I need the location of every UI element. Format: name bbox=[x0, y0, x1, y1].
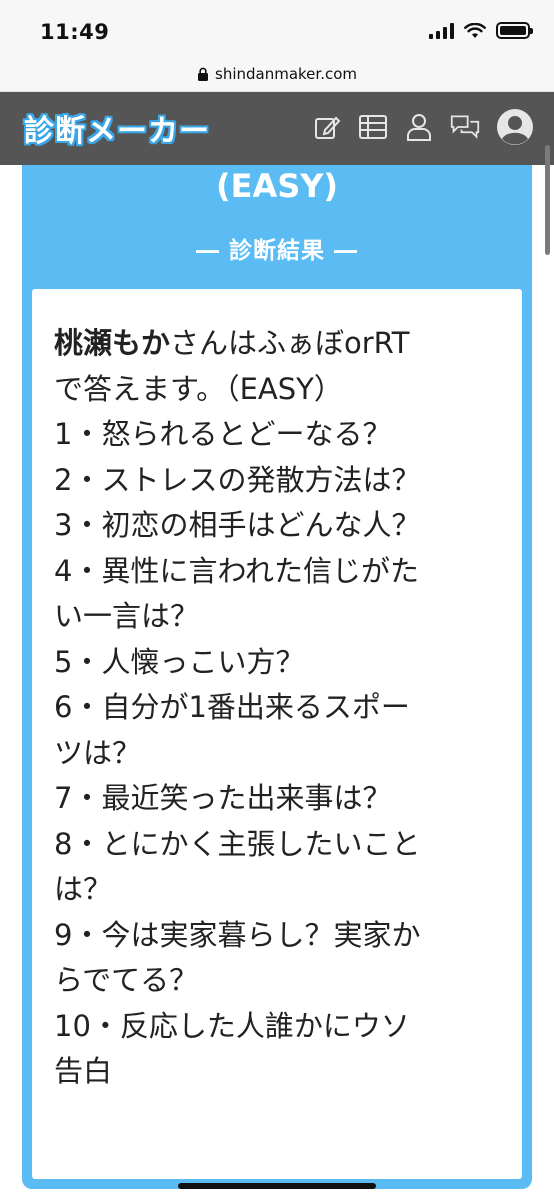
chat-icon[interactable] bbox=[450, 112, 480, 142]
result-line: 9・今は実家暮らし？実家か bbox=[54, 917, 421, 952]
lock-icon bbox=[198, 67, 208, 81]
result-card: (EASY) ― 診断結果 ― 桃瀬もかさんはふぁぼorRT で答えます。（EA… bbox=[22, 165, 532, 1189]
status-time: 11:49 bbox=[40, 20, 110, 44]
status-icons bbox=[429, 22, 533, 39]
result-line: 告白 bbox=[54, 1054, 113, 1088]
user-icon[interactable] bbox=[404, 112, 434, 142]
result-line: で答えます。（EASY） bbox=[54, 371, 343, 406]
list-icon[interactable] bbox=[358, 112, 388, 142]
result-line: 10・反応した人誰かにウソ bbox=[54, 1008, 410, 1043]
result-line: 1・怒られるとどーなる？ bbox=[54, 417, 392, 451]
result-heading: ― 診断結果 ― bbox=[195, 238, 358, 264]
result-line: 6・自分が1番出来るスポー bbox=[54, 690, 410, 724]
result-line: 7・最近笑った出来事は？ bbox=[54, 781, 392, 815]
result-line: 5・人懐っこい方？ bbox=[54, 644, 305, 679]
wifi-icon bbox=[464, 22, 486, 38]
address-bar[interactable]: shindanmaker.com bbox=[0, 56, 554, 92]
site-header: 診断メーカー bbox=[0, 92, 554, 165]
card-title: (EASY) bbox=[215, 167, 339, 205]
result-line: い一言は？ bbox=[54, 599, 200, 633]
result-line: 3・初恋の相手はどんな人？ bbox=[54, 508, 421, 542]
result-box: 桃瀬もかさんはふぁぼorRT で答えます。（EASY） 1・怒られるとどーなる？… bbox=[32, 289, 522, 1179]
result-name: 桃瀬もか bbox=[54, 326, 171, 360]
result-text: 桃瀬もかさんはふぁぼorRT で答えます。（EASY） 1・怒られるとどーなる？… bbox=[54, 321, 506, 1095]
result-line: 桃瀬もかさんはふぁぼorRT bbox=[54, 321, 506, 367]
cellular-signal-icon bbox=[429, 22, 454, 39]
site-logo[interactable]: 診断メーカー bbox=[24, 106, 210, 150]
page-scrollbar[interactable] bbox=[545, 145, 550, 255]
result-line: らでてる？ bbox=[54, 963, 199, 997]
result-line-text: さんはふぁぼorRT bbox=[170, 326, 410, 360]
result-line: は？ bbox=[54, 872, 113, 906]
battery-icon bbox=[496, 22, 533, 39]
result-line: 4・異性に言われた信じがた bbox=[54, 553, 420, 588]
home-indicator[interactable] bbox=[178, 1183, 376, 1189]
result-line: 8・とにかく主張したいこと bbox=[54, 826, 421, 861]
status-bar: 11:49 bbox=[0, 0, 554, 56]
result-line: 2・ストレスの発散方法は？ bbox=[54, 462, 421, 497]
edit-icon[interactable] bbox=[312, 112, 342, 142]
url-text: shindanmaker.com bbox=[215, 64, 357, 83]
header-nav bbox=[312, 108, 534, 146]
result-line: ツは？ bbox=[54, 735, 142, 770]
avatar-icon[interactable] bbox=[496, 108, 534, 146]
